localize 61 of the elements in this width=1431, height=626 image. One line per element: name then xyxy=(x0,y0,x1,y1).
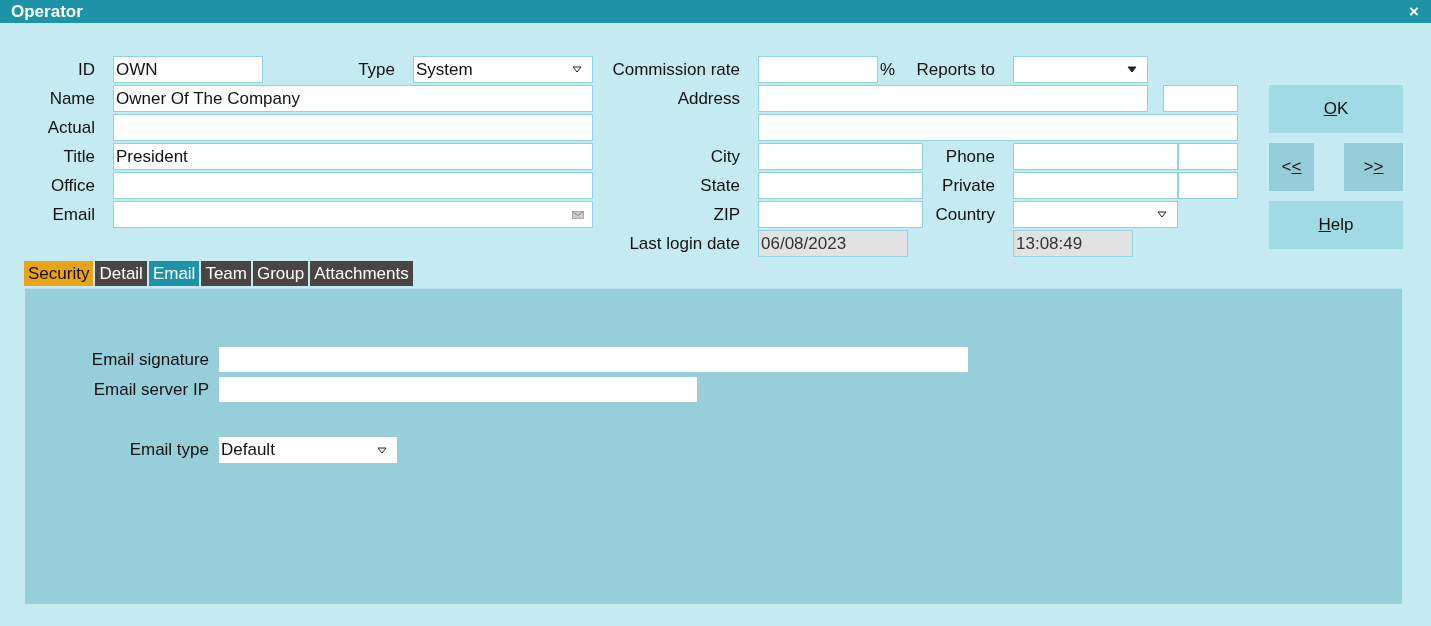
caret-icon xyxy=(1127,66,1137,73)
field-label: Email signature xyxy=(90,349,210,370)
field-label: Actual xyxy=(46,117,96,138)
field-label: State xyxy=(699,175,741,196)
tab[interactable]: Detail xyxy=(95,261,147,286)
ok-button[interactable]: OK xyxy=(1269,85,1403,133)
percent-sign: % xyxy=(879,59,897,80)
address-extra-field[interactable] xyxy=(1163,85,1238,112)
field-label: Type xyxy=(357,59,396,80)
zip-field[interactable] xyxy=(758,201,923,228)
field-label: Title xyxy=(62,146,96,167)
email-signature-field[interactable] xyxy=(219,347,968,372)
field-label: Commission rate xyxy=(611,59,741,80)
field-label: Private xyxy=(941,175,996,196)
tab[interactable]: Security xyxy=(24,261,94,286)
close-button[interactable]: × xyxy=(1409,1,1419,22)
help-button[interactable]: Help xyxy=(1269,201,1403,249)
field-label: Office xyxy=(49,175,96,196)
city-field[interactable] xyxy=(758,143,923,170)
type-dropdown[interactable]: System xyxy=(413,56,593,83)
field-label: City xyxy=(709,146,741,167)
name-field[interactable]: Owner Of The Company xyxy=(113,85,593,112)
email-type-dropdown[interactable]: Default xyxy=(219,437,397,463)
tab[interactable]: Team xyxy=(201,261,251,286)
email-server-ip-field[interactable] xyxy=(219,377,697,402)
field-label: Country xyxy=(934,204,996,225)
caret-icon xyxy=(377,446,387,454)
office-field[interactable] xyxy=(113,172,593,199)
field-label: ZIP xyxy=(712,204,741,225)
address-field[interactable] xyxy=(758,85,1148,112)
previous-button[interactable]: << xyxy=(1269,143,1314,191)
field-label: Email xyxy=(51,204,96,225)
state-field[interactable] xyxy=(758,172,923,199)
field-label: Reports to xyxy=(915,59,996,80)
caret-icon xyxy=(572,66,582,73)
field-label: Address xyxy=(676,88,741,109)
commission-rate-field[interactable] xyxy=(758,56,878,83)
field-label: Email server IP xyxy=(92,379,210,400)
address-line-field[interactable] xyxy=(758,114,1238,141)
window-title: Operator xyxy=(11,1,83,22)
tab[interactable]: Attachments xyxy=(310,261,413,286)
id-field[interactable]: OWN xyxy=(113,56,263,83)
tab[interactable]: Email xyxy=(148,261,200,286)
caret-icon xyxy=(1157,211,1167,218)
title-field[interactable]: President xyxy=(113,143,593,170)
phone-field[interactable] xyxy=(1013,143,1178,170)
field-label: Phone xyxy=(944,146,996,167)
tab[interactable]: Group xyxy=(253,261,309,286)
reports-to-dropdown[interactable] xyxy=(1013,56,1148,83)
private-extension-field[interactable] xyxy=(1178,172,1238,199)
envelope-icon xyxy=(572,210,584,219)
country-dropdown[interactable] xyxy=(1013,201,1178,228)
field-label: ID xyxy=(77,59,96,80)
field-label: Email type xyxy=(128,440,210,460)
actual-field[interactable] xyxy=(113,114,593,141)
field-label: Name xyxy=(48,88,96,109)
field-label: Last login date xyxy=(628,233,741,254)
phone-extension-field[interactable] xyxy=(1178,143,1238,170)
private-phone-field[interactable] xyxy=(1013,172,1178,199)
next-button[interactable]: >> xyxy=(1344,143,1403,191)
email-field[interactable] xyxy=(113,201,593,228)
